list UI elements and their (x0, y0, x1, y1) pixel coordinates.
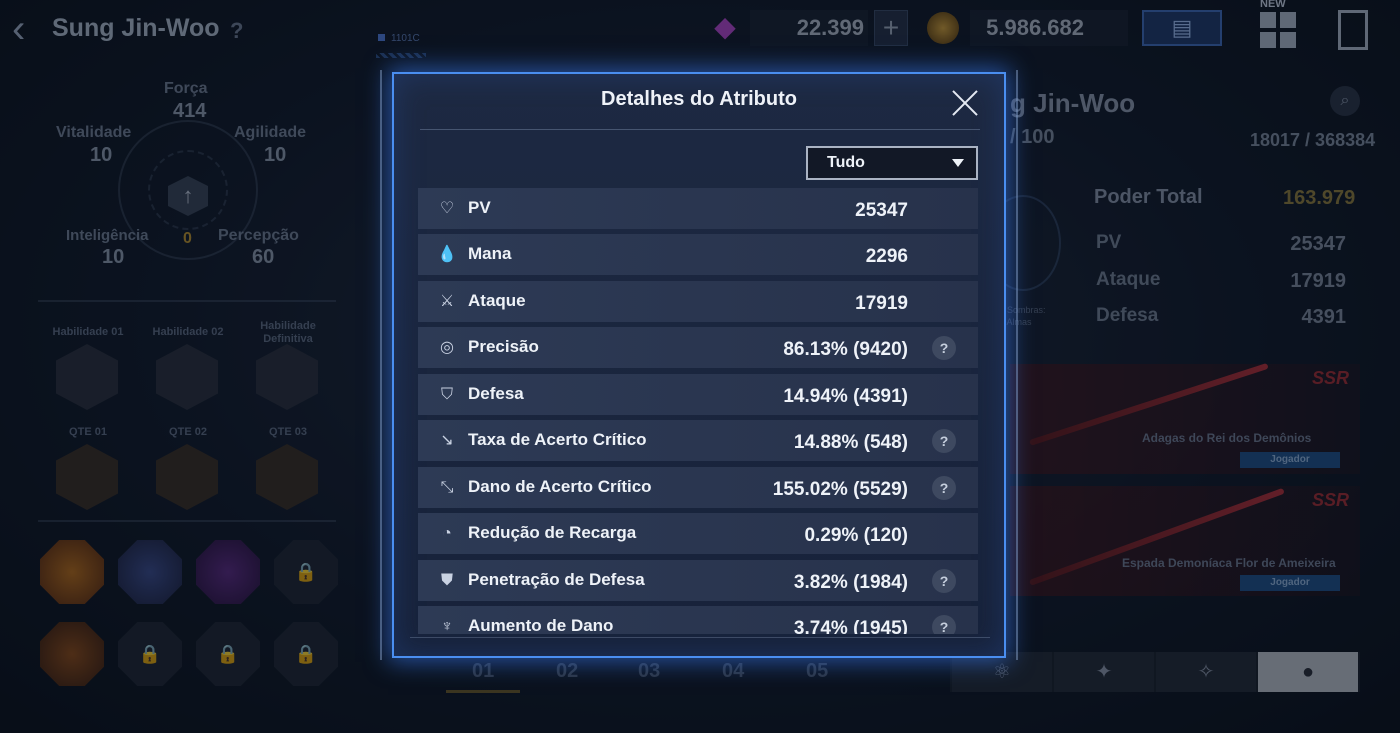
heart-icon: ♡ (439, 200, 455, 217)
attribute-label: Mana (468, 244, 512, 263)
attribute-row-dano-critico: ⤡ Dano de Acerto Crítico 155.02% (5529) … (418, 467, 978, 508)
drop-icon: 💧 (437, 246, 457, 263)
modal-bottom-divider (410, 637, 990, 638)
help-button[interactable]: ? (932, 429, 956, 453)
sword-icon: ⚔ (439, 293, 455, 310)
attribute-label: Precisão (468, 337, 539, 356)
target-icon: ◎ (440, 339, 454, 356)
cooldown-icon: ◔ (442, 525, 452, 542)
attribute-row-ataque: ⚔ Ataque 17919 (418, 281, 978, 322)
help-button[interactable]: ? (932, 615, 956, 634)
attribute-row-aumento-dano: ♆ Aumento de Dano 3.74% (1945) ? (418, 606, 978, 634)
crit-rate-icon: ↘ (440, 432, 454, 449)
attribute-value: 25347 (855, 200, 908, 221)
shield-icon: ⛉ (440, 386, 453, 403)
help-button[interactable]: ? (932, 336, 956, 360)
attribute-label: PV (468, 198, 491, 217)
help-button[interactable]: ? (932, 476, 956, 500)
attribute-label: Taxa de Acerto Crítico (468, 430, 647, 449)
modal-title: Detalhes do Atributo (601, 88, 797, 110)
attribute-label: Penetração de Defesa (468, 570, 645, 589)
attribute-value: 3.82% (1984) (793, 572, 908, 593)
attribute-value: 14.94% (4391) (783, 386, 908, 407)
penetration-icon: ⛊ (440, 572, 453, 589)
attribute-row-taxa-critico: ↘ Taxa de Acerto Crítico 14.88% (548) ? (418, 420, 978, 461)
modal-divider (420, 129, 980, 130)
attribute-value: 86.13% (9420) (783, 339, 908, 360)
damage-up-icon: ♆ (441, 618, 453, 634)
help-button[interactable]: ? (932, 569, 956, 593)
attribute-value: 14.88% (548) (793, 432, 908, 453)
attribute-row-reducao-recarga: ◔ Redução de Recarga 0.29% (120) (418, 513, 978, 554)
close-icon[interactable] (950, 88, 980, 118)
attribute-label: Dano de Acerto Crítico (468, 477, 652, 496)
attribute-label: Redução de Recarga (468, 523, 637, 542)
attribute-row-defesa: ⛉ Defesa 14.94% (4391) (418, 374, 978, 415)
attribute-list[interactable]: ♡ PV 25347 💧 Mana 2296 ⚔ Ataque 17919 ◎ … (418, 186, 980, 634)
attribute-row-precisao: ◎ Precisão 86.13% (9420) ? (418, 327, 978, 368)
attribute-value: 155.02% (5529) (772, 479, 908, 500)
attribute-value: 3.74% (1945) (793, 618, 908, 634)
attribute-value: 0.29% (120) (804, 525, 908, 546)
attribute-row-mana: 💧 Mana 2296 (418, 234, 978, 275)
attribute-label: Defesa (468, 384, 524, 403)
attribute-value: 17919 (855, 293, 908, 314)
attribute-label: Ataque (468, 291, 526, 310)
attribute-value: 2296 (865, 246, 908, 267)
filter-selected-value: Tudo (827, 154, 865, 171)
attribute-label: Aumento de Dano (468, 616, 614, 634)
attribute-row-pv: ♡ PV 25347 (418, 188, 978, 229)
crit-damage-icon: ⤡ (440, 479, 454, 496)
filter-dropdown[interactable]: Tudo (806, 146, 978, 180)
attribute-row-penetracao: ⛊ Penetração de Defesa 3.82% (1984) ? (418, 560, 978, 601)
chevron-down-icon (952, 159, 964, 167)
